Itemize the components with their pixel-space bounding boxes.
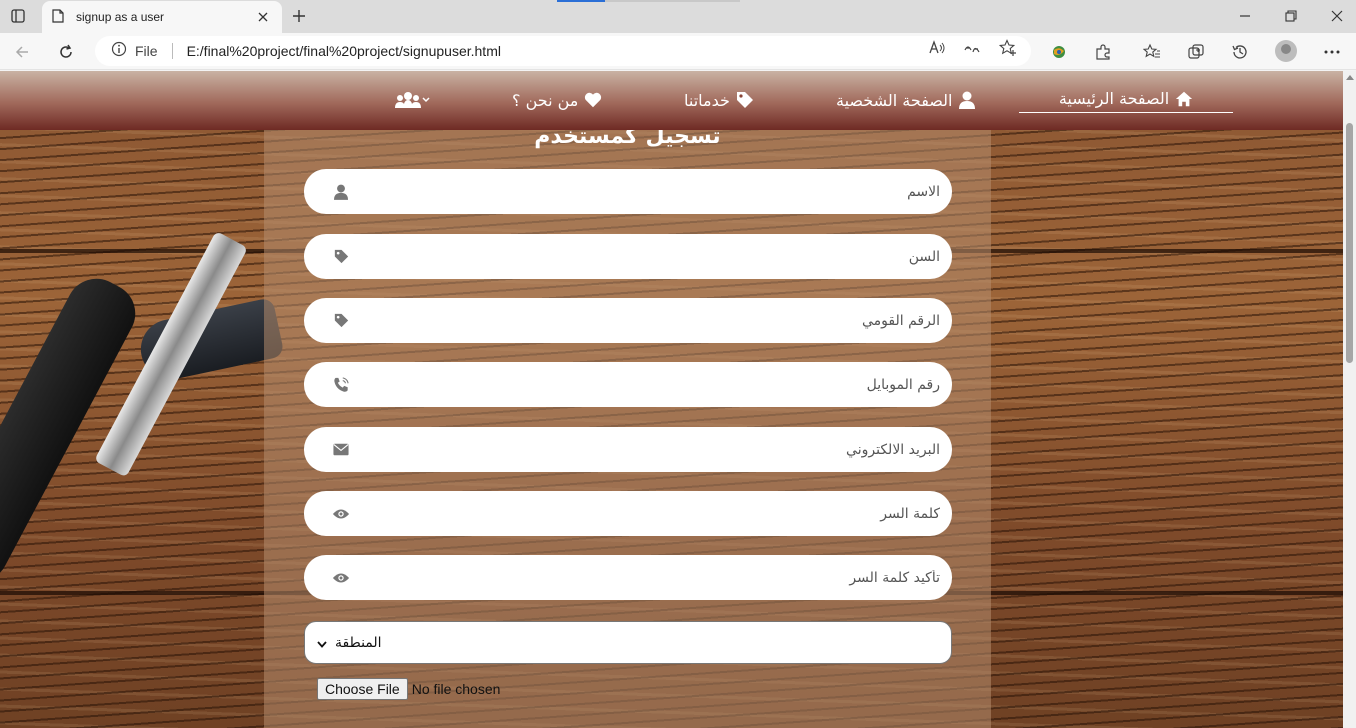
age-field[interactable] <box>304 234 952 279</box>
eye-icon[interactable] <box>332 569 350 587</box>
scroll-thumb[interactable] <box>1346 123 1353 363</box>
name-input[interactable] <box>362 183 940 200</box>
email-input[interactable] <box>362 441 940 458</box>
add-favorite-icon[interactable] <box>997 38 1019 58</box>
tab-strip: signup as a user <box>0 0 1356 33</box>
page-scrollbar[interactable] <box>1343 71 1356 728</box>
collections-icon[interactable] <box>1183 39 1209 65</box>
choose-file-button[interactable]: Choose File <box>317 678 408 700</box>
url-text[interactable]: E:/final%20project/final%20project/signu… <box>187 43 501 59</box>
close-tab-icon[interactable] <box>254 8 272 26</box>
loading-indicator <box>557 0 605 2</box>
close-window-icon[interactable] <box>1326 6 1348 26</box>
profile-avatar[interactable] <box>1275 40 1297 62</box>
chevron-down-icon <box>317 633 327 652</box>
extensions-icon[interactable] <box>1090 39 1116 65</box>
nav-profile-label: الصفحة الشخصية <box>836 90 953 110</box>
nav-services[interactable]: خدماتنا <box>684 87 754 113</box>
email-field[interactable] <box>304 427 952 472</box>
scroll-up-arrow[interactable] <box>1346 75 1354 80</box>
back-arrow-icon[interactable] <box>9 39 35 65</box>
tag-icon <box>736 91 754 109</box>
address-separator <box>171 43 173 59</box>
tag-icon <box>332 312 350 330</box>
tag-icon <box>332 248 350 266</box>
nav-home-label: الصفحة الرئيسية <box>1058 89 1170 108</box>
file-upload: Choose File No file chosen <box>317 678 500 700</box>
eye-icon[interactable] <box>332 505 350 523</box>
password-input[interactable] <box>362 505 940 522</box>
file-status-text: No file chosen <box>411 681 501 697</box>
signup-panel: تسجيل كمستخدم الاسم السن الرقم القومي رق… <box>264 124 991 728</box>
translate-icon[interactable] <box>961 38 983 58</box>
confirm-password-input[interactable] <box>362 569 940 586</box>
confirm-password-field[interactable] <box>304 555 952 600</box>
address-bar[interactable]: File E:/final%20project/final%20project/… <box>95 36 1031 66</box>
site-navbar: الصفحة الرئيسية الصفحة الشخصية خدماتنا م… <box>0 71 1343 130</box>
region-select[interactable]: المنطقة <box>304 621 952 664</box>
region-select-value: المنطقة <box>335 634 382 651</box>
heart-icon <box>584 91 602 109</box>
phone-icon <box>332 376 350 394</box>
document-icon <box>52 8 64 27</box>
extension-globe-icon[interactable] <box>1046 39 1072 65</box>
new-tab-icon[interactable] <box>288 5 310 27</box>
users-dropdown-icon <box>394 91 430 109</box>
nav-profile[interactable]: الصفحة الشخصية <box>836 87 976 113</box>
refresh-icon[interactable] <box>53 39 79 65</box>
page-viewport: الصفحة الرئيسية الصفحة الشخصية خدماتنا م… <box>0 71 1343 728</box>
read-aloud-icon[interactable] <box>926 38 948 58</box>
tab-actions-icon[interactable] <box>6 5 30 27</box>
password-field[interactable] <box>304 491 952 536</box>
tab-title: signup as a user <box>76 10 165 24</box>
restore-icon[interactable] <box>1280 6 1302 26</box>
favorites-icon[interactable] <box>1139 39 1165 65</box>
nav-home[interactable]: الصفحة الرئيسية <box>1019 87 1233 113</box>
home-icon <box>1175 90 1193 108</box>
nav-about-label: من نحن ؟ <box>512 90 579 110</box>
minimize-icon[interactable] <box>1234 6 1256 26</box>
envelope-icon <box>332 441 350 459</box>
browser-toolbar: File E:/final%20project/final%20project/… <box>0 33 1356 70</box>
nav-services-label: خدماتنا <box>684 90 730 110</box>
user-icon <box>958 91 976 109</box>
national-id-input[interactable] <box>362 312 940 329</box>
loading-track <box>605 0 740 2</box>
file-scheme-label: File <box>135 43 158 59</box>
browser-tab[interactable]: signup as a user <box>42 1 282 33</box>
national-id-field[interactable] <box>304 298 952 343</box>
mobile-field[interactable] <box>304 362 952 407</box>
age-input[interactable] <box>362 248 940 265</box>
name-field[interactable] <box>304 169 952 214</box>
more-options-icon[interactable] <box>1319 39 1345 65</box>
nav-about[interactable]: من نحن ؟ <box>512 87 602 113</box>
users-dropdown[interactable] <box>394 87 430 113</box>
history-icon[interactable] <box>1227 39 1253 65</box>
info-icon[interactable] <box>111 41 127 61</box>
mobile-input[interactable] <box>362 376 940 393</box>
user-icon <box>332 183 350 201</box>
